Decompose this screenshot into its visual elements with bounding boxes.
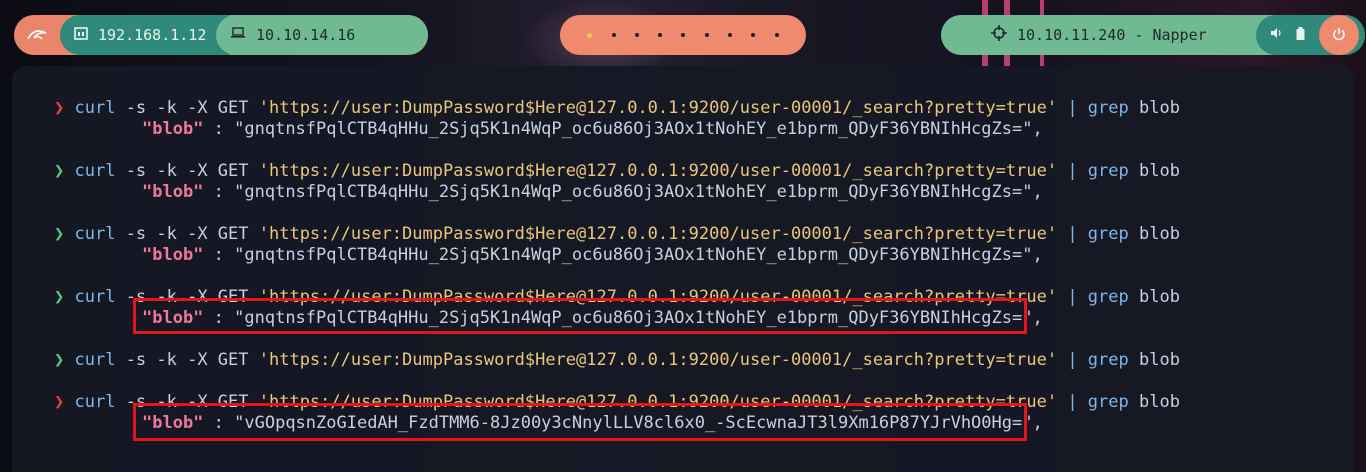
workspace-dot-9[interactable] [774, 33, 779, 37]
pipe-symbol: | [1057, 350, 1088, 370]
command-name: curl [74, 224, 116, 244]
target-text: 10.10.11.240 - Napper [1017, 26, 1207, 44]
workspace-dot-4[interactable] [658, 33, 663, 37]
workspace-switcher [560, 15, 806, 55]
workspace-dot-7[interactable] [728, 33, 733, 37]
output-line: "blob" : "gnqtnsfPqlCTB4qHHu_2Sjq5K1n4Wq… [142, 118, 1043, 140]
lan-ip-text: 192.168.1.12 [98, 26, 207, 44]
command-args: -s -k -X GET [115, 224, 259, 244]
workspace-dot-5[interactable] [681, 33, 686, 37]
prompt-icon: ❯ [54, 161, 65, 181]
grep-command: grep [1087, 161, 1129, 181]
crosshair-icon [991, 25, 1007, 45]
target-module: 10.10.11.240 - Napper [941, 15, 1365, 55]
output-line: "blob" : "gnqtnsfPqlCTB4qHHu_2Sjq5K1n4Wq… [142, 244, 1043, 266]
output-key: "blob" [142, 182, 204, 202]
grep-args: blob [1128, 287, 1180, 307]
command-args: -s -k -X GET [115, 161, 259, 181]
power-icon [1332, 26, 1346, 45]
command-url: 'https://user:DumpPassword$Here@127.0.0.… [258, 350, 1058, 370]
output-line: "blob" : "gnqtnsfPqlCTB4qHHu_2Sjq5K1n4Wq… [142, 181, 1043, 203]
command-line[interactable]: ❯ curl -s -k -X GET 'https://user:DumpPa… [54, 349, 1180, 371]
target-segment[interactable]: 10.10.11.240 - Napper [941, 25, 1256, 45]
command-name: curl [74, 392, 116, 412]
grep-args: blob [1128, 392, 1180, 412]
grep-command: grep [1087, 350, 1129, 370]
vpn-ip-text: 10.10.14.16 [256, 26, 356, 44]
command-name: curl [74, 350, 116, 370]
workspace-dot-1[interactable] [587, 32, 593, 38]
output-key: "blob" [142, 245, 204, 265]
command-name: curl [74, 98, 116, 118]
prompt-icon: ❯ [54, 350, 65, 370]
grep-command: grep [1087, 98, 1129, 118]
output-value: "gnqtnsfPqlCTB4qHHu_2Sjq5K1n4WqP_oc6u86O… [234, 119, 1043, 139]
system-tray [1256, 15, 1365, 55]
command-line[interactable]: ❯ curl -s -k -X GET 'https://user:DumpPa… [54, 223, 1180, 245]
highlight-box [133, 298, 1027, 334]
workspace-dot-8[interactable] [751, 33, 756, 37]
output-key: "blob" [142, 119, 204, 139]
command-name: curl [74, 161, 116, 181]
command-url: 'https://user:DumpPassword$Here@127.0.0.… [258, 161, 1058, 181]
battery-icon[interactable] [1296, 26, 1305, 44]
vpn-ip-segment[interactable]: 10.10.14.16 [216, 15, 428, 55]
grep-args: blob [1128, 98, 1180, 118]
prompt-icon: ❯ [54, 392, 65, 412]
pipe-symbol: | [1057, 161, 1088, 181]
kali-dragon-icon[interactable] [14, 15, 60, 55]
output-separator: : [203, 245, 235, 265]
volume-icon[interactable] [1270, 27, 1282, 43]
workspace-dot-2[interactable] [611, 33, 616, 37]
command-url: 'https://user:DumpPassword$Here@127.0.0.… [258, 98, 1058, 118]
ethernet-icon [74, 26, 88, 44]
pipe-symbol: | [1057, 287, 1088, 307]
pipe-symbol: | [1057, 98, 1088, 118]
output-value: "gnqtnsfPqlCTB4qHHu_2Sjq5K1n4WqP_oc6u86O… [234, 245, 1043, 265]
output-separator: : [203, 182, 235, 202]
command-url: 'https://user:DumpPassword$Here@127.0.0.… [258, 224, 1058, 244]
grep-args: blob [1128, 224, 1180, 244]
command-name: curl [74, 287, 116, 307]
prompt-icon: ❯ [54, 98, 65, 118]
pipe-symbol: | [1057, 224, 1088, 244]
highlight-box [133, 403, 1027, 441]
grep-command: grep [1087, 287, 1129, 307]
grep-command: grep [1087, 392, 1129, 412]
output-value: "gnqtnsfPqlCTB4qHHu_2Sjq5K1n4WqP_oc6u86O… [234, 182, 1043, 202]
power-button[interactable] [1319, 15, 1359, 55]
workspace-dot-6[interactable] [704, 33, 709, 37]
command-line[interactable]: ❯ curl -s -k -X GET 'https://user:DumpPa… [54, 97, 1180, 119]
lan-ip-segment[interactable]: 192.168.1.12 [60, 15, 230, 55]
prompt-icon: ❯ [54, 287, 65, 307]
laptop-icon [230, 27, 246, 43]
grep-command: grep [1087, 224, 1129, 244]
workspace-dot-3[interactable] [634, 33, 639, 37]
pipe-symbol: | [1057, 392, 1088, 412]
command-args: -s -k -X GET [115, 350, 259, 370]
command-line[interactable]: ❯ curl -s -k -X GET 'https://user:DumpPa… [54, 160, 1180, 182]
grep-args: blob [1128, 350, 1180, 370]
prompt-icon: ❯ [54, 224, 65, 244]
terminal-window[interactable]: ❯ curl -s -k -X GET 'https://user:DumpPa… [12, 66, 1354, 472]
network-module: 192.168.1.12 10.10.14.16 [14, 15, 428, 55]
command-args: -s -k -X GET [115, 98, 259, 118]
output-separator: : [203, 119, 235, 139]
grep-args: blob [1128, 161, 1180, 181]
